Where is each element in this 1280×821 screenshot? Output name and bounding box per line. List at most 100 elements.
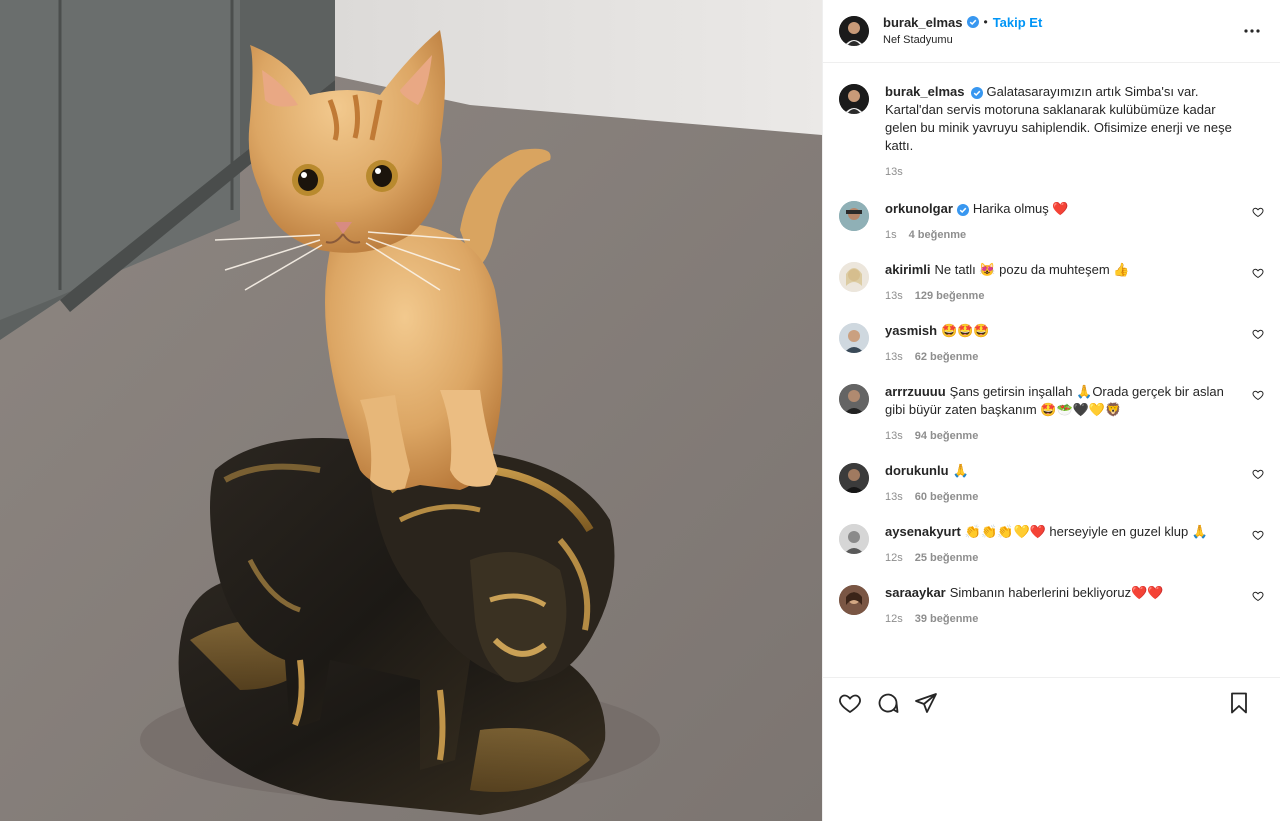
avatar[interactable] bbox=[839, 585, 869, 615]
comment-item: yasmish 🤩🤩🤩 13s 62 beğenme bbox=[839, 322, 1264, 363]
comment-time[interactable]: 13s bbox=[885, 290, 903, 302]
comment-item: orkunolgar Harika olmuş ❤️ 1s 4 beğenme bbox=[839, 200, 1264, 241]
avatar[interactable] bbox=[839, 524, 869, 554]
comment-likes[interactable]: 94 beğenme bbox=[915, 430, 979, 442]
comment-like-heart-icon[interactable] bbox=[1252, 389, 1264, 401]
commenter-avatar-image bbox=[839, 262, 869, 292]
comment-username[interactable]: arrrzuuuu bbox=[885, 384, 946, 399]
instagram-post-view: burak_elmas • Takip Et Nef Stadyumu bura… bbox=[0, 0, 1280, 821]
comment-text-line: yasmish 🤩🤩🤩 bbox=[885, 322, 1234, 340]
comment-likes[interactable]: 4 beğenme bbox=[909, 229, 966, 241]
more-options-icon[interactable] bbox=[1240, 19, 1264, 43]
avatar[interactable] bbox=[839, 201, 869, 231]
comment-meta: 13s 60 beğenme bbox=[885, 491, 1234, 503]
comment-text-line: aysenakyurt 👏👏👏💛❤️ herseyiyle en guzel kl… bbox=[885, 523, 1234, 541]
comment-body: arrrzuuuu Şans getirsin inşallah 🙏Orada g… bbox=[885, 383, 1264, 442]
like-button[interactable] bbox=[837, 690, 863, 716]
comment-username[interactable]: orkunolgar bbox=[885, 201, 953, 216]
follow-button[interactable]: Takip Et bbox=[993, 15, 1043, 31]
commenter-avatar-image bbox=[839, 323, 869, 353]
separator-dot: • bbox=[983, 15, 988, 30]
ellipsis-icon bbox=[1244, 29, 1260, 33]
share-button[interactable] bbox=[913, 690, 939, 716]
avatar[interactable] bbox=[839, 323, 869, 353]
header-line: burak_elmas • Takip Et bbox=[883, 15, 1240, 31]
comment-text: 🙏 bbox=[952, 463, 969, 478]
comment-like-heart-icon[interactable] bbox=[1252, 267, 1264, 279]
location-link[interactable]: Nef Stadyumu bbox=[883, 34, 1240, 47]
comment-like-heart-icon[interactable] bbox=[1252, 328, 1264, 340]
comment-item: aysenakyurt 👏👏👏💛❤️ herseyiyle en guzel kl… bbox=[839, 523, 1264, 564]
comment-likes[interactable]: 129 beğenme bbox=[915, 290, 985, 302]
comment-item: arrrzuuuu Şans getirsin inşallah 🙏Orada g… bbox=[839, 383, 1264, 442]
avatar[interactable] bbox=[839, 384, 869, 414]
commenter-avatar-image bbox=[839, 585, 869, 615]
comment-icon bbox=[878, 693, 899, 713]
save-button[interactable] bbox=[1226, 690, 1252, 716]
commenter-avatar-image bbox=[839, 201, 869, 231]
comment-meta: 13s 129 beğenme bbox=[885, 290, 1234, 302]
comment-item: dorukunlu 🙏 13s 60 beğenme bbox=[839, 462, 1264, 503]
comment-likes[interactable]: 39 beğenme bbox=[915, 613, 979, 625]
comment-body: aysenakyurt 👏👏👏💛❤️ herseyiyle en guzel kl… bbox=[885, 523, 1264, 564]
comment-text: Harika olmuş ❤️ bbox=[972, 201, 1069, 216]
comment-likes[interactable]: 25 beğenme bbox=[915, 552, 979, 564]
caption-username[interactable]: burak_elmas bbox=[885, 84, 965, 99]
post-actions-bar bbox=[823, 677, 1280, 727]
comment-item: akirimli Ne tatlı 😻 pozu da muhteşem 👍 13… bbox=[839, 261, 1264, 302]
caption-time[interactable]: 13s bbox=[885, 166, 903, 178]
comment-username[interactable]: aysenakyurt bbox=[885, 524, 961, 539]
comment-meta: 1s 4 beğenme bbox=[885, 229, 1234, 241]
comment-meta: 12s 25 beğenme bbox=[885, 552, 1234, 564]
comment-username[interactable]: dorukunlu bbox=[885, 463, 949, 478]
comment-likes[interactable]: 62 beğenme bbox=[915, 351, 979, 363]
comment-time[interactable]: 1s bbox=[885, 229, 897, 241]
author-avatar-image bbox=[839, 84, 869, 114]
commenter-avatar-image bbox=[839, 384, 869, 414]
comment-username[interactable]: yasmish bbox=[885, 323, 937, 338]
caption-text-line: burak_elmas Galatasarayımızın artık Simba… bbox=[885, 83, 1234, 155]
comment-time[interactable]: 12s bbox=[885, 552, 903, 564]
caption-meta: 13s bbox=[885, 166, 1234, 178]
comment-like-heart-icon[interactable] bbox=[1252, 529, 1264, 541]
comment-button[interactable] bbox=[875, 690, 901, 716]
comment-username[interactable]: saraaykar bbox=[885, 585, 946, 600]
verified-badge-icon bbox=[966, 16, 979, 29]
comment-like-heart-icon[interactable] bbox=[1252, 468, 1264, 480]
header-text: burak_elmas • Takip Et Nef Stadyumu bbox=[883, 15, 1240, 48]
caption: burak_elmas Galatasarayımızın artık Simba… bbox=[839, 83, 1264, 178]
comment-body: saraaykar Simbanın haberlerini bekliyoruz… bbox=[885, 584, 1264, 625]
comment-time[interactable]: 13s bbox=[885, 491, 903, 503]
commenter-avatar-image bbox=[839, 524, 869, 554]
comment-item: saraaykar Simbanın haberlerini bekliyoruz… bbox=[839, 584, 1264, 625]
comment-text: 🤩🤩🤩 bbox=[941, 323, 990, 338]
comment-time[interactable]: 13s bbox=[885, 430, 903, 442]
comment-body: dorukunlu 🙏 13s 60 beğenme bbox=[885, 462, 1264, 503]
comment-text-line: akirimli Ne tatlı 😻 pozu da muhteşem 👍 bbox=[885, 261, 1234, 279]
comment-text-line: orkunolgar Harika olmuş ❤️ bbox=[885, 200, 1234, 218]
avatar[interactable] bbox=[839, 84, 869, 114]
comment-meta: 13s 94 beğenme bbox=[885, 430, 1234, 442]
post-photo[interactable] bbox=[0, 0, 822, 821]
cat-on-lion-statue-image bbox=[0, 0, 822, 821]
avatar[interactable] bbox=[839, 262, 869, 292]
comment-body: yasmish 🤩🤩🤩 13s 62 beğenme bbox=[885, 322, 1264, 363]
comments-list[interactable]: burak_elmas Galatasarayımızın artık Simba… bbox=[823, 63, 1280, 677]
comment-time[interactable]: 13s bbox=[885, 351, 903, 363]
avatar[interactable] bbox=[839, 16, 869, 46]
author-username[interactable]: burak_elmas bbox=[883, 15, 963, 31]
avatar[interactable] bbox=[839, 463, 869, 493]
comment-likes[interactable]: 60 beğenme bbox=[915, 491, 979, 503]
commenter-avatar-image bbox=[839, 463, 869, 493]
share-icon bbox=[915, 692, 937, 713]
post-side-panel: burak_elmas • Takip Et Nef Stadyumu bura… bbox=[822, 0, 1280, 821]
comment-username[interactable]: akirimli bbox=[885, 262, 931, 277]
comment-like-heart-icon[interactable] bbox=[1252, 590, 1264, 602]
bookmark-icon bbox=[1231, 692, 1247, 714]
comment-time[interactable]: 12s bbox=[885, 613, 903, 625]
comment-text-line: arrrzuuuu Şans getirsin inşallah 🙏Orada g… bbox=[885, 383, 1234, 419]
comment-like-heart-icon[interactable] bbox=[1252, 206, 1264, 218]
comment-text: Ne tatlı 😻 pozu da muhteşem 👍 bbox=[934, 262, 1130, 277]
comment-meta: 13s 62 beğenme bbox=[885, 351, 1234, 363]
heart-icon bbox=[839, 694, 861, 713]
